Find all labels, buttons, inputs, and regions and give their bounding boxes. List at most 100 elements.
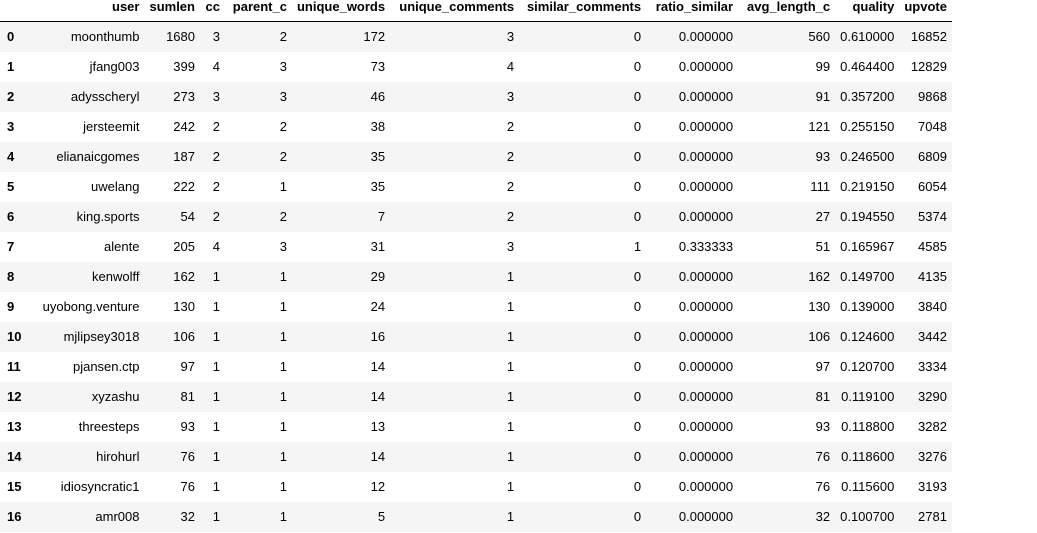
cell-user: amr008 — [95, 509, 140, 524]
table-row: 3 jersteemit 242 2 2 38 2 0 0.000000 121 0.255150 7… — [0, 111, 952, 142]
cell-avg-length-c: 27 — [815, 209, 831, 224]
cell-cc: 1 — [212, 419, 220, 434]
cell-sumlen: 162 — [173, 269, 195, 284]
cell-user: elianaicgomes — [56, 149, 140, 164]
cell-sumlen: 32 — [180, 509, 195, 524]
cell-unique-comments: 4 — [506, 59, 515, 74]
cell-upvote: 3442 — [918, 329, 947, 344]
cell-similar-comments: 0 — [633, 359, 642, 374]
cell-unique-words: 172 — [363, 29, 386, 45]
cell-sumlen: 54 — [180, 209, 195, 224]
cell-user: uwelang — [91, 179, 140, 194]
cell-sumlen: 76 — [180, 479, 195, 494]
cell-ratio-similar: 0.000000 — [678, 299, 734, 314]
cell-avg-length-c: 93 — [815, 419, 831, 434]
cell-ratio-similar: 0.000000 — [678, 419, 734, 434]
column-header-quality: quality — [835, 0, 900, 22]
table-row: 7 alente 205 4 3 31 3 1 0.333333 51 0.165967 4585 — [0, 231, 952, 262]
cell-quality: 0.357200 — [840, 89, 895, 104]
table-row: 14 hirohurl 76 1 1 14 1 0 0.000000 76 0.118600 3276 — [0, 441, 952, 472]
cell-quality: 0.165967 — [840, 239, 895, 254]
cell-quality: 0.149700 — [840, 269, 895, 284]
row-index: 1 — [7, 59, 15, 74]
cell-avg-length-c: 51 — [815, 239, 831, 254]
cell-ratio-similar: 0.000000 — [678, 119, 734, 134]
row-index: 0 — [7, 29, 15, 45]
cell-user: pjansen.ctp — [72, 359, 140, 374]
cell-upvote: 3290 — [918, 389, 947, 404]
cell-sumlen: 1680 — [166, 29, 195, 45]
cell-similar-comments: 0 — [633, 329, 642, 344]
cell-avg-length-c: 32 — [815, 509, 831, 524]
cell-sumlen: 187 — [173, 149, 195, 164]
cell-ratio-similar: 0.000000 — [678, 359, 734, 374]
cell-quality: 0.100700 — [840, 509, 895, 524]
cell-parent-c: 2 — [279, 119, 287, 134]
row-index: 15 — [7, 479, 22, 494]
cell-cc: 1 — [212, 509, 220, 524]
cell-ratio-similar: 0.333333 — [678, 239, 734, 254]
cell-unique-comments: 2 — [506, 209, 515, 224]
cell-avg-length-c: 111 — [810, 179, 831, 194]
cell-quality: 0.219150 — [840, 179, 895, 194]
table-row: 12 xyzashu 81 1 1 14 1 0 0.000000 81 0.119100 3290 — [0, 381, 952, 412]
table-row: 13 threesteps 93 1 1 13 1 0 0.000000 93 0.118800 32… — [0, 411, 952, 442]
cell-unique-words: 35 — [370, 149, 386, 164]
table-row: 0 moonthumb 1680 3 2 172 3 0 0.000000 560 0.610000… — [0, 21, 952, 52]
cell-sumlen: 399 — [173, 59, 195, 74]
cell-quality: 0.124600 — [840, 329, 895, 344]
cell-quality: 0.194550 — [840, 209, 895, 224]
cell-cc: 4 — [212, 239, 220, 254]
cell-parent-c: 3 — [279, 59, 287, 74]
column-header-user: user — [26, 0, 145, 22]
cell-avg-length-c: 97 — [815, 359, 831, 374]
cell-unique-comments: 1 — [506, 269, 515, 284]
cell-parent-c: 1 — [279, 479, 287, 494]
cell-ratio-similar: 0.000000 — [678, 89, 734, 104]
cell-ratio-similar: 0.000000 — [678, 449, 734, 464]
cell-sumlen: 205 — [173, 239, 195, 254]
cell-sumlen: 76 — [180, 449, 195, 464]
cell-upvote: 3334 — [918, 359, 947, 374]
cell-unique-words: 13 — [370, 419, 386, 434]
cell-user: adysscheryl — [70, 89, 140, 104]
cell-similar-comments: 0 — [633, 479, 642, 494]
cell-sumlen: 222 — [173, 179, 195, 194]
table-row: 9 uyobong.venture 130 1 1 24 1 0 0.000000 130 0.13… — [0, 291, 952, 322]
cell-cc: 1 — [212, 299, 220, 314]
cell-upvote: 5374 — [918, 209, 947, 224]
cell-unique-words: 35 — [370, 179, 386, 194]
cell-parent-c: 3 — [279, 239, 287, 254]
cell-parent-c: 1 — [279, 449, 287, 464]
row-index: 14 — [7, 449, 22, 464]
cell-upvote: 3840 — [918, 299, 947, 314]
cell-similar-comments: 0 — [633, 59, 642, 74]
cell-avg-length-c: 99 — [815, 59, 831, 74]
cell-cc: 3 — [212, 89, 220, 104]
cell-ratio-similar: 0.000000 — [678, 149, 734, 164]
cell-unique-words: 46 — [370, 89, 386, 104]
cell-parent-c: 1 — [279, 419, 287, 434]
cell-unique-words: 38 — [370, 119, 386, 134]
cell-user: threesteps — [78, 419, 140, 434]
cell-user: hirohurl — [96, 449, 140, 464]
row-index: 7 — [7, 239, 15, 254]
cell-unique-words: 12 — [370, 479, 386, 494]
cell-quality: 0.119100 — [841, 389, 895, 404]
cell-unique-words: 31 — [370, 239, 386, 254]
row-index: 9 — [7, 299, 15, 314]
cell-sumlen: 97 — [180, 359, 195, 374]
cell-similar-comments: 0 — [633, 29, 642, 45]
cell-parent-c: 2 — [279, 29, 287, 45]
cell-user: alente — [104, 239, 140, 254]
cell-upvote: 16852 — [910, 29, 947, 45]
table-row: 6 king.sports 54 2 2 7 2 0 0.000000 27 0.194550 537… — [0, 201, 952, 232]
table-row: 4 elianaicgomes 187 2 2 35 2 0 0.000000 93 0.24650… — [0, 141, 952, 172]
dataframe-table: user sumlen cc parent_c unique_words unique_c… — [0, 0, 952, 532]
cell-unique-comments: 3 — [506, 29, 515, 45]
cell-ratio-similar: 0.000000 — [678, 389, 734, 404]
cell-unique-words: 16 — [370, 329, 386, 344]
cell-upvote: 6809 — [918, 149, 947, 164]
table-row: 15 idiosyncratic1 76 1 1 12 1 0 0.000000 76 0.1156… — [0, 471, 952, 502]
cell-similar-comments: 0 — [633, 89, 642, 104]
